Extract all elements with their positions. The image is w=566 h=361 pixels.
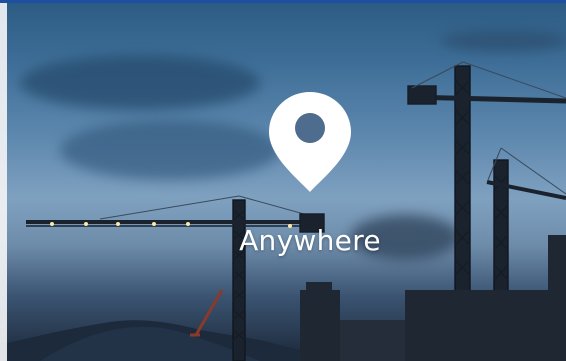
location-pin-icon	[267, 90, 353, 194]
hero-banner: Anywhere	[0, 0, 566, 361]
hero-caption: Anywhere	[0, 224, 566, 257]
caption-text: Anywhere	[239, 224, 381, 257]
crane-red	[190, 289, 224, 337]
side-panel-edge	[0, 3, 7, 361]
